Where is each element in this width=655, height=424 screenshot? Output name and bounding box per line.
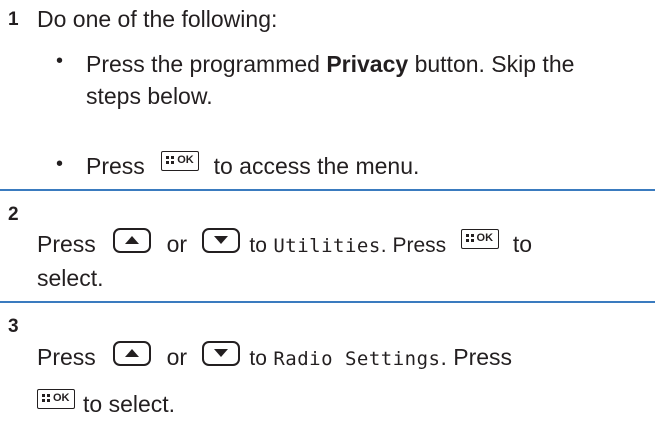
bullet-1-text: Press the programmed Privacy button. Ski… — [86, 48, 574, 80]
step-2-to: to — [249, 234, 267, 257]
step-3-line2-text: to select. — [83, 391, 176, 417]
step-3-line2: OK to select. — [37, 388, 175, 420]
menu-ok-key-icon: OK — [37, 389, 75, 409]
up-arrow-key-icon — [113, 341, 152, 366]
step-2-line2: select. — [37, 265, 104, 291]
step-2-line1: Press or to Utilities. Press OK to — [37, 228, 532, 262]
bullet-1-post: button. Skip the — [408, 51, 575, 77]
bullet-2: • — [56, 153, 64, 175]
step-3-line1: Press or to Radio Settings. Press — [37, 341, 512, 375]
down-arrow-key-icon — [202, 228, 241, 253]
divider-2 — [0, 301, 655, 303]
step-3-press: Press — [37, 344, 96, 370]
bullet-2-post: to access the menu. — [213, 153, 420, 179]
step-2-sentence-end: . Press — [380, 234, 447, 257]
up-arrow-key-icon — [113, 228, 152, 253]
down-arrow-key-icon — [202, 341, 241, 366]
step-number-3: 3 — [8, 316, 19, 337]
bullet-1-line2: steps below. — [86, 83, 213, 109]
step-1-intro: Do one of the following: — [37, 6, 278, 32]
step-2-to2: to — [512, 231, 533, 257]
ok-label: OK — [53, 392, 70, 404]
menu-item-radio-settings: Radio Settings — [273, 348, 441, 370]
ok-label: OK — [476, 232, 494, 244]
privacy-button-name: Privacy — [326, 51, 409, 77]
bullet-1-pre: Press the programmed — [86, 51, 327, 77]
ok-label: OK — [177, 154, 194, 166]
bullet-2-text: Press OK to access the menu. — [86, 150, 419, 182]
step-number-2: 2 — [8, 204, 19, 225]
step-number-1: 1 — [8, 9, 19, 30]
step-2-press: Press — [37, 231, 96, 257]
menu-ok-key-icon: OK — [460, 229, 499, 249]
menu-ok-key-icon: OK — [161, 151, 200, 171]
step-3-or: or — [166, 344, 188, 370]
step-3-to: to — [249, 347, 267, 370]
menu-item-utilities: Utilities — [273, 235, 381, 257]
bullet-1: • — [56, 50, 64, 72]
divider-1 — [0, 189, 655, 191]
bullet-2-pre: Press — [86, 153, 145, 179]
step-2-or: or — [166, 231, 188, 257]
step-3-sentence-end: . Press — [440, 344, 513, 370]
